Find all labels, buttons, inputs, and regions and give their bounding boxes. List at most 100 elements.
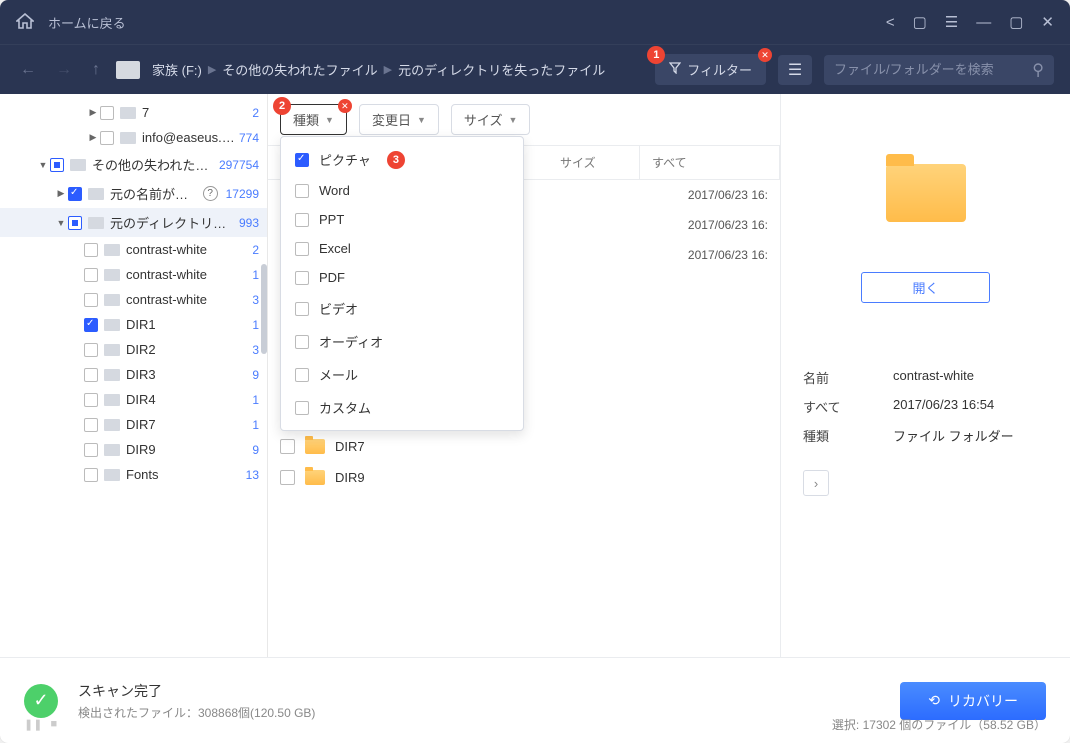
search-input[interactable] [834, 62, 1032, 77]
help-icon[interactable]: ? [203, 186, 218, 201]
file-checkbox[interactable] [280, 470, 295, 485]
dd-checkbox[interactable] [295, 271, 309, 285]
filter-date[interactable]: 変更日▼ [359, 104, 439, 135]
tree-checkbox[interactable] [68, 216, 82, 230]
tree-checkbox[interactable] [100, 131, 114, 145]
tree-item[interactable]: DIR71 [0, 412, 267, 437]
dd-item-custom[interactable]: カスタム [281, 391, 523, 424]
tree-checkbox[interactable] [84, 293, 98, 307]
tree-item[interactable]: DIR99 [0, 437, 267, 462]
close-icon[interactable]: ✕ [1041, 13, 1054, 31]
expand-icon[interactable]: ▶ [88, 132, 98, 143]
dd-checkbox[interactable] [295, 213, 309, 227]
tree-item[interactable]: contrast-white2 [0, 237, 267, 262]
dd-checkbox[interactable] [295, 153, 309, 167]
tree-checkbox[interactable] [84, 443, 98, 457]
pause-controls[interactable]: ❚❚ ■ [24, 718, 57, 731]
dd-item-mail[interactable]: メール [281, 358, 523, 391]
back-arrow[interactable]: ← [16, 61, 40, 79]
dd-checkbox[interactable] [295, 242, 309, 256]
tree-item-active[interactable]: ▼元のディレクトリを失っ…993 [0, 208, 267, 237]
tree-item[interactable]: ▶元の名前が失…?17299 [0, 179, 267, 208]
dd-checkbox[interactable] [295, 401, 309, 415]
tree-label: Fonts [126, 467, 242, 482]
filter-size[interactable]: サイズ▼ [451, 104, 531, 135]
dd-checkbox[interactable] [295, 335, 309, 349]
tree-count: 3 [252, 343, 259, 357]
view-mode-button[interactable]: ☰ [778, 55, 812, 85]
breadcrumb: 家族 (F:) ▶ その他の失われたファイル ▶ 元のディレクトリを失ったファイ… [152, 60, 605, 79]
th-size[interactable]: サイズ [548, 146, 640, 179]
file-row[interactable]: DIR7 [268, 431, 780, 462]
bc-path1[interactable]: その他の失われたファイル [222, 60, 377, 79]
home-icon[interactable] [16, 13, 34, 32]
dd-checkbox[interactable] [295, 368, 309, 382]
recover-button[interactable]: ⟲リカバリー [900, 682, 1046, 720]
tree-checkbox[interactable] [84, 468, 98, 482]
tree-item[interactable]: DIR23 [0, 337, 267, 362]
home-link[interactable]: ホームに戻る [48, 13, 126, 32]
tree-checkbox[interactable] [84, 393, 98, 407]
dd-item-picture[interactable]: ピクチャ3 [281, 143, 523, 176]
info-type-value: ファイル フォルダー [893, 426, 1014, 445]
filter-row: 2 種類 ▼ ✕ 変更日▼ サイズ▼ ピクチャ3 Word PPT Excel … [268, 94, 780, 145]
dd-item-audio[interactable]: オーディオ [281, 325, 523, 358]
tree-item[interactable]: ▶72 [0, 100, 267, 125]
tree-checkbox[interactable] [100, 106, 114, 120]
stop-icon[interactable]: ■ [50, 718, 57, 731]
tree-item[interactable]: DIR39 [0, 362, 267, 387]
file-checkbox[interactable] [280, 439, 295, 454]
open-button[interactable]: 開く [861, 272, 989, 303]
dd-checkbox[interactable] [295, 184, 309, 198]
expand-icon[interactable]: ▶ [88, 107, 98, 118]
file-date: 2017/06/23 16: [688, 188, 768, 202]
grid-icon[interactable]: ▢ [913, 13, 927, 31]
dd-label: カスタム [319, 398, 371, 417]
tree-item[interactable]: Fonts13 [0, 462, 267, 487]
tree-item[interactable]: DIR11 [0, 312, 267, 337]
menu-icon[interactable]: ☰ [945, 13, 958, 31]
tree-checkbox[interactable] [84, 418, 98, 432]
dd-item-video[interactable]: ビデオ [281, 292, 523, 325]
search-box[interactable]: ⚲ [824, 55, 1054, 85]
tree-item[interactable]: ▼その他の失われたフ…297754 [0, 150, 267, 179]
tree-item[interactable]: contrast-white1 [0, 262, 267, 287]
tree-checkbox[interactable] [84, 243, 98, 257]
minimize-icon[interactable]: — [976, 14, 991, 31]
tree-checkbox[interactable] [84, 343, 98, 357]
collapse-icon[interactable]: ▼ [56, 218, 66, 228]
tree-count: 1 [252, 393, 259, 407]
tree-checkbox[interactable] [68, 187, 82, 201]
pause-icon[interactable]: ❚❚ [24, 718, 42, 731]
tree-checkbox[interactable] [84, 268, 98, 282]
dd-item-word[interactable]: Word [281, 176, 523, 205]
tree-item[interactable]: ▶info@easeus.…774 [0, 125, 267, 150]
next-page-button[interactable]: › [803, 470, 829, 496]
tree-item[interactable]: DIR41 [0, 387, 267, 412]
type-clear-icon[interactable]: ✕ [338, 99, 352, 113]
file-row[interactable]: DIR9 [268, 462, 780, 493]
bc-path2[interactable]: 元のディレクトリを失ったファイル [398, 60, 605, 79]
filter-type[interactable]: 2 種類 ▼ ✕ [280, 104, 347, 135]
tree-checkbox[interactable] [84, 368, 98, 382]
app-window: ホームに戻る < ▢ ☰ — ▢ ✕ ← → ↑ 家族 (F:) ▶ その他の失… [0, 0, 1070, 743]
search-icon[interactable]: ⚲ [1032, 60, 1044, 80]
collapse-icon[interactable]: ▼ [38, 160, 48, 170]
bc-drive[interactable]: 家族 (F:) [152, 60, 202, 79]
tree-item[interactable]: contrast-white3 [0, 287, 267, 312]
filter-button[interactable]: 1 フィルター ✕ [655, 54, 766, 85]
scrollbar[interactable] [261, 264, 267, 354]
dd-item-excel[interactable]: Excel [281, 234, 523, 263]
filter-clear-icon[interactable]: ✕ [758, 48, 772, 62]
dd-checkbox[interactable] [295, 302, 309, 316]
share-icon[interactable]: < [886, 14, 895, 31]
maximize-icon[interactable]: ▢ [1009, 13, 1023, 31]
up-arrow[interactable]: ↑ [88, 61, 104, 79]
tree-checkbox[interactable] [84, 318, 98, 332]
forward-arrow[interactable]: → [52, 61, 76, 79]
tree-checkbox[interactable] [50, 158, 64, 172]
th-all[interactable]: すべて [640, 146, 780, 179]
expand-icon[interactable]: ▶ [56, 188, 66, 199]
dd-item-pdf[interactable]: PDF [281, 263, 523, 292]
dd-item-ppt[interactable]: PPT [281, 205, 523, 234]
